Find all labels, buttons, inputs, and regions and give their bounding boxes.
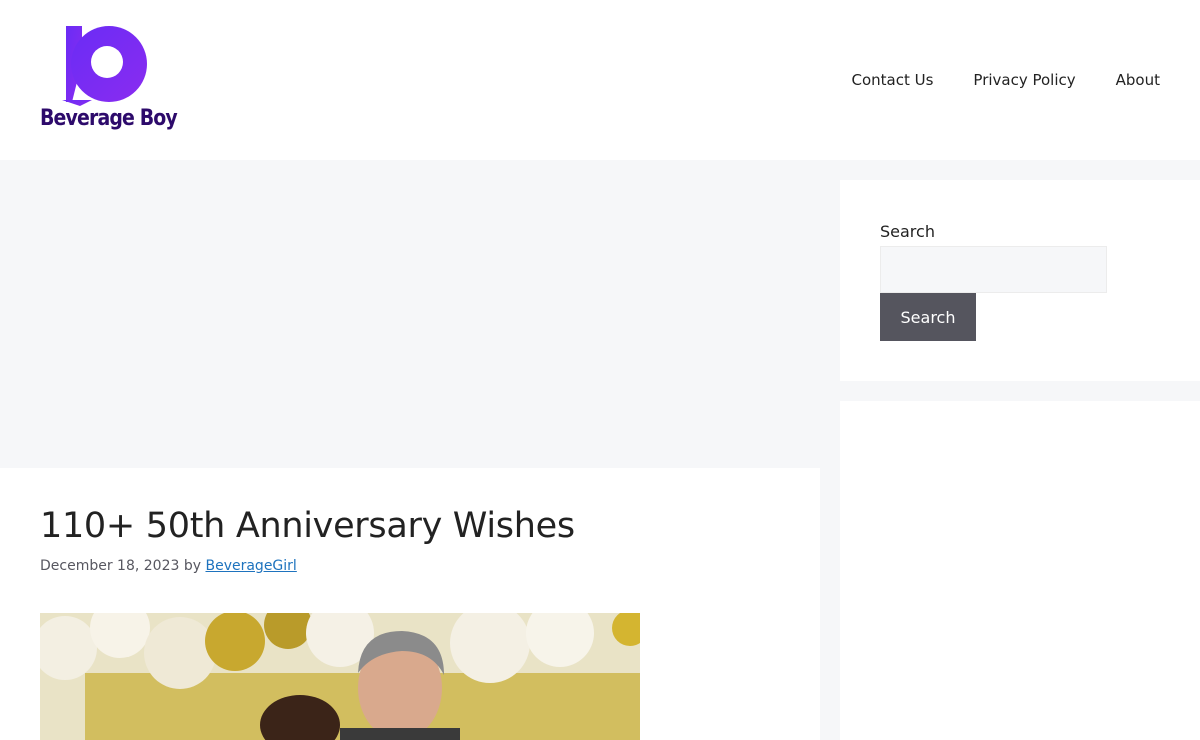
article-meta: December 18, 2023 by BeverageGirl — [40, 558, 297, 574]
featured-image — [40, 613, 640, 740]
nav-privacy-policy[interactable]: Privacy Policy — [973, 56, 1075, 104]
search-input[interactable] — [880, 246, 1107, 293]
beverage-boy-logo-icon — [62, 26, 147, 106]
search-label: Search — [880, 222, 935, 241]
author-link[interactable]: BeverageGirl — [205, 558, 296, 574]
nav-contact-us[interactable]: Contact Us — [851, 56, 933, 104]
ad-placeholder — [0, 160, 820, 468]
site-header: Beverage Boy Contact Us Privacy Policy A… — [0, 0, 1200, 160]
by-label: by — [183, 558, 202, 574]
site-logo-link[interactable]: Beverage Boy — [40, 22, 178, 138]
logo-wordmark: Beverage Boy — [40, 106, 178, 131]
post-date: December 18, 2023 — [40, 558, 180, 574]
article-title: 110+ 50th Anniversary Wishes — [40, 506, 575, 546]
main-navigation: Contact Us Privacy Policy About — [811, 56, 1160, 104]
search-button[interactable]: Search — [880, 293, 976, 341]
nav-about[interactable]: About — [1116, 56, 1160, 104]
anniversary-photo-illustration — [40, 613, 640, 740]
sidebar-widget — [840, 401, 1200, 740]
